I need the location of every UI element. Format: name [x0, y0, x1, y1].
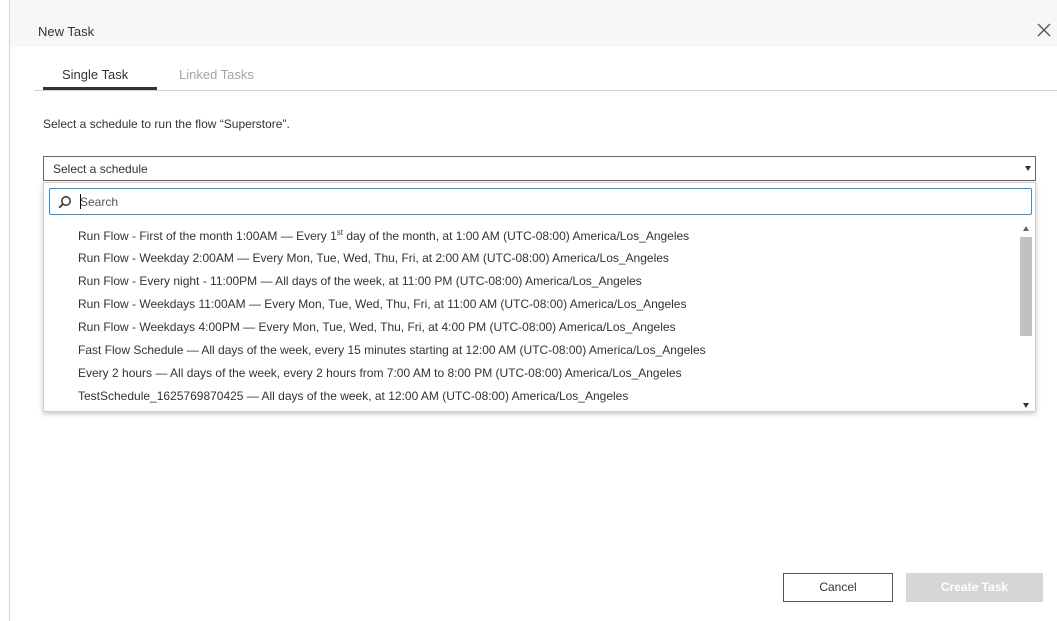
schedule-option-label: Run Flow - Every night - 11:00PM — All d… [78, 274, 642, 288]
schedule-select[interactable]: Select a schedule [43, 156, 1036, 181]
schedule-option[interactable]: Run Flow - Weekday 2:00AM — Every Mon, T… [44, 246, 1014, 269]
close-button[interactable] [1034, 20, 1054, 40]
search-box[interactable] [49, 188, 1032, 215]
schedule-option-label: Run Flow - Weekday 2:00AM — Every Mon, T… [78, 251, 669, 265]
scroll-up-arrow-icon[interactable] [1023, 226, 1029, 231]
search-input[interactable] [80, 191, 1020, 212]
schedule-option[interactable]: Fast Flow Schedule — All days of the wee… [44, 338, 1014, 361]
dropdown-arrow-icon [1025, 166, 1031, 171]
tab-linked-tasks[interactable]: Linked Tasks [179, 67, 254, 82]
instruction-text: Select a schedule to run the flow “Super… [43, 117, 290, 131]
schedule-option[interactable]: Every 2 hours — All days of the week, ev… [44, 361, 1014, 384]
dropdown-scrollbar[interactable] [1018, 223, 1034, 410]
schedule-select-value: Select a schedule [53, 162, 148, 176]
schedule-option-label: Run Flow - First of the month 1:00AM — E… [78, 228, 689, 243]
schedule-option-label: Run Flow - Weekdays 11:00AM — Every Mon,… [78, 297, 687, 311]
text-caret [80, 194, 81, 209]
new-task-dialog: New Task Single Task Linked Tasks Select… [9, 0, 1057, 621]
scroll-down-arrow-icon[interactable] [1023, 403, 1029, 408]
dialog-titlebar: New Task [10, 0, 1057, 47]
schedule-options-list: Run Flow - First of the month 1:00AM — E… [44, 223, 1014, 408]
schedule-option[interactable]: Run Flow - Weekdays 4:00PM — Every Mon, … [44, 315, 1014, 338]
schedule-option-label: Run Flow - Weekdays 4:00PM — Every Mon, … [78, 320, 676, 334]
schedule-option-text: Run Flow - First of the month 1:00AM — E… [78, 229, 337, 243]
dialog-title: New Task [38, 24, 95, 39]
search-icon [58, 196, 71, 209]
schedule-option-label: Every 2 hours — All days of the week, ev… [78, 366, 682, 380]
schedule-option-label: TestSchedule_1625769870425 — All days of… [78, 389, 629, 403]
schedule-option[interactable]: TestSchedule_1625769870425 — All days of… [44, 384, 1014, 407]
schedule-option-text-tail: day of the month, at 1:00 AM (UTC-08:00)… [343, 229, 690, 243]
tab-single-task[interactable]: Single Task [62, 67, 128, 82]
tabs-divider [34, 90, 1057, 91]
task-tabs: Single Task Linked Tasks [10, 47, 1057, 91]
schedule-option-label: Fast Flow Schedule — All days of the wee… [78, 343, 706, 357]
close-icon [1037, 23, 1051, 37]
schedule-dropdown: Run Flow - First of the month 1:00AM — E… [43, 182, 1036, 412]
create-task-button[interactable]: Create Task [906, 573, 1043, 602]
schedule-option[interactable]: Run Flow - Every night - 11:00PM — All d… [44, 269, 1014, 292]
schedule-option[interactable]: Run Flow - First of the month 1:00AM — E… [44, 223, 1014, 246]
cancel-button[interactable]: Cancel [783, 573, 893, 602]
schedule-option[interactable]: Run Flow - Weekdays 11:00AM — Every Mon,… [44, 292, 1014, 315]
scrollbar-thumb[interactable] [1020, 237, 1032, 336]
